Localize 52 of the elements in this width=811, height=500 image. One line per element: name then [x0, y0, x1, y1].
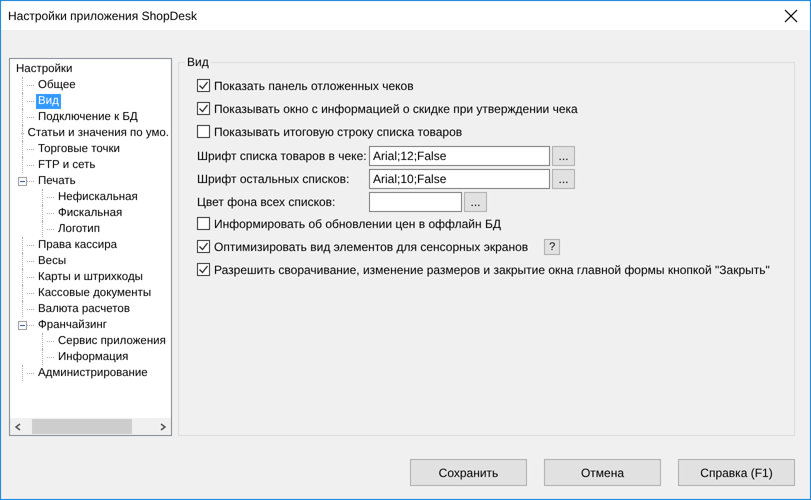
tree-item[interactable]: Сервис приложения: [56, 334, 168, 348]
checkbox-label[interactable]: Разрешить сворачивание, изменение размеров и закрытие окна главной формы кнопкой "Закрыть": [214, 262, 770, 276]
checkbox-label[interactable]: Показывать итоговую строку списка товаров: [214, 124, 462, 138]
tree-item[interactable]: Весы: [36, 254, 68, 268]
window-title: Настройки приложения ShopDesk: [8, 8, 197, 22]
close-icon[interactable]: [784, 8, 798, 22]
tree-item[interactable]: Фискальная: [56, 206, 124, 220]
tree-item[interactable]: Информация: [56, 350, 130, 364]
checkbox[interactable]: [197, 240, 210, 253]
checkbox[interactable]: [197, 79, 210, 92]
help-button[interactable]: ?: [544, 238, 560, 254]
browse-button[interactable]: ...: [552, 168, 575, 188]
tree-item[interactable]: Общее: [36, 78, 78, 92]
dialog-button[interactable]: Справка (F1): [678, 459, 795, 486]
tree-item[interactable]: Подключение к БД: [36, 110, 140, 124]
checkbox[interactable]: [197, 102, 210, 115]
font-field[interactable]: Arial;10;False: [369, 168, 550, 188]
field-label: Шрифт списка товаров в чеке:: [197, 148, 368, 162]
scroll-right-icon[interactable]: [159, 422, 167, 430]
tree-item[interactable]: Статьи и значения по умо.: [26, 126, 171, 140]
tree-item[interactable]: Карты и штрихкоды: [36, 270, 145, 284]
checkbox-label[interactable]: Показать панель отложенных чеков: [214, 78, 414, 92]
tree-item[interactable]: Франчайзинг: [36, 318, 109, 332]
font-field[interactable]: Arial;12;False: [369, 146, 550, 166]
tree-item[interactable]: Администрирование: [36, 366, 150, 380]
tree-item[interactable]: Логотип: [56, 222, 102, 236]
dialog-button[interactable]: Сохранить: [410, 459, 527, 486]
checkbox[interactable]: [197, 125, 210, 138]
color-field[interactable]: [369, 192, 462, 212]
scroll-left-icon[interactable]: [14, 422, 22, 430]
tree-item[interactable]: Нефискальная: [56, 190, 140, 204]
collapse-icon[interactable]: [18, 176, 27, 186]
browse-button[interactable]: ...: [552, 146, 575, 166]
tree-item[interactable]: Валюта расчетов: [36, 302, 132, 316]
tree-item[interactable]: Торговые точки: [36, 142, 122, 156]
tree-item[interactable]: FTP и сеть: [36, 158, 98, 172]
checkbox[interactable]: [197, 263, 210, 276]
dialog-button[interactable]: Отмена: [544, 459, 661, 486]
checkbox-label[interactable]: Информировать об обновлении цен в оффлайн БД: [214, 216, 501, 230]
tree-item[interactable]: Настройки: [14, 62, 74, 76]
checkbox-label[interactable]: Оптимизировать вид элементов для сенсорных экранов: [214, 240, 528, 254]
browse-button[interactable]: ...: [464, 192, 487, 212]
field-label: Цвет фона всех списков:: [197, 194, 336, 208]
tree-item[interactable]: Печать: [36, 174, 78, 188]
group-title: Вид: [185, 55, 211, 69]
checkbox-label[interactable]: Показывать окно с информацией о скидке при утверждении чека: [214, 102, 578, 116]
collapse-icon[interactable]: [18, 320, 27, 330]
tree-item[interactable]: Права кассира: [36, 238, 120, 252]
field-label: Шрифт остальных списков:: [197, 172, 350, 186]
horizontal-scrollbar[interactable]: [10, 418, 171, 435]
checkbox[interactable]: [197, 217, 210, 230]
tree-item[interactable]: Кассовые документы: [36, 286, 154, 300]
